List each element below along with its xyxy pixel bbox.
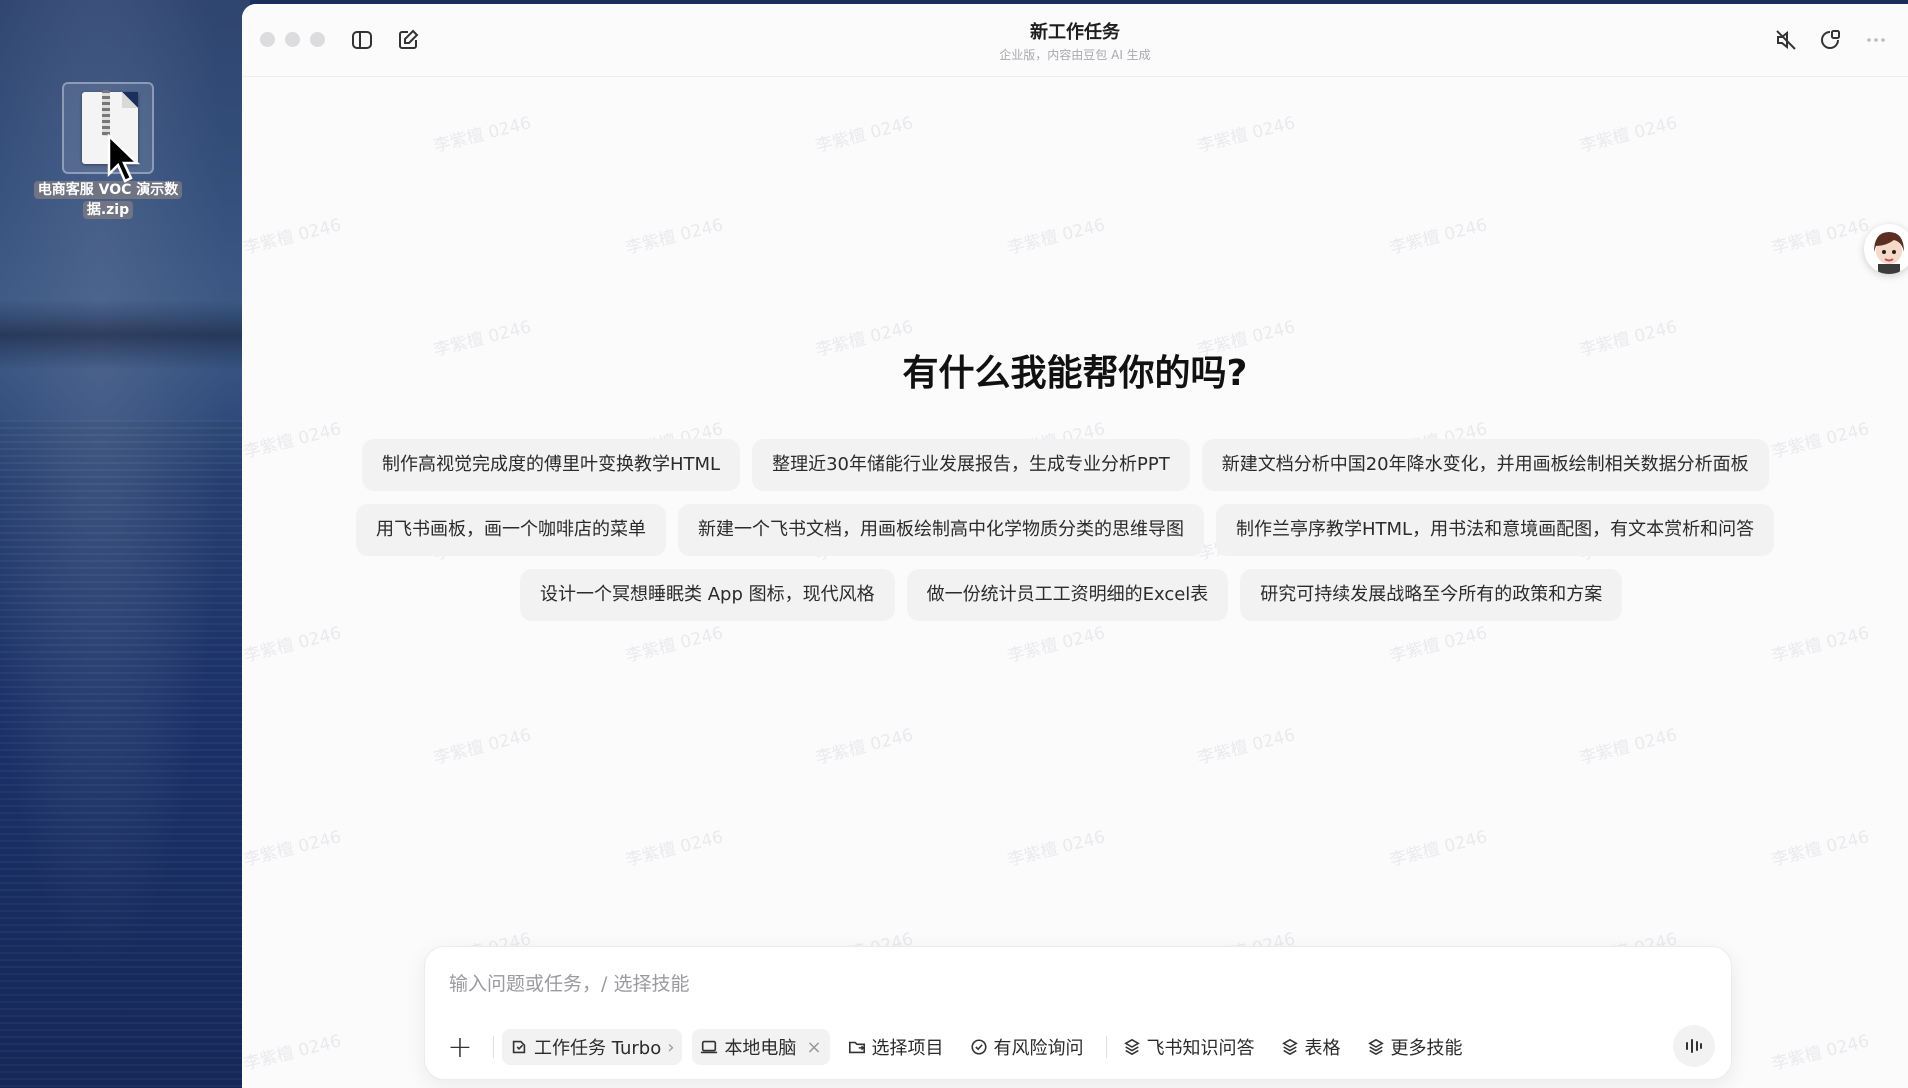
wallpaper-sea [0,420,250,1088]
composer-toolbar: + 工作任务 Turbo › 本地电脑 × 选择项目 有风险询问 飞书知识问答 … [445,1029,1711,1065]
task-mode-icon [512,1040,526,1054]
desktop-wallpaper: 电商客服 VOC 演示数 据.zip [0,0,250,1088]
sound-muted-icon[interactable] [1774,28,1798,52]
risk-inquiry-button[interactable]: 有风险询问 [962,1029,1092,1065]
watermark-text: 李紫檀 0246 [1769,1031,1872,1075]
suggestion-chip[interactable]: 用飞书画板，画一个咖啡店的菜单 [356,504,666,556]
welcome-heading: 有什么我能帮你的吗? [902,353,1248,394]
suggestion-chip[interactable]: 整理近30年储能行业发展报告，生成专业分析PPT [752,439,1190,491]
table-label: 表格 [1304,1038,1341,1059]
skill-cube-icon [1281,1038,1298,1056]
watermark-text: 李紫檀 0246 [242,1031,344,1075]
more-skills-label: 更多技能 [1390,1038,1463,1059]
app-window: 李紫檀 0246 李紫檀 0246 李紫檀 0246 李紫檀 0246 李紫檀 0246… [242,4,1908,1088]
zip-file-label[interactable]: 电商客服 VOC 演示数 据.zip [28,180,188,220]
location-chip[interactable]: 本地电脑 × [692,1029,830,1065]
watermark-text: 李紫檀 0246 [623,827,726,871]
suggestion-chip[interactable]: 制作高视觉完成度的傅里叶变换教学HTML [362,439,741,491]
watermark-text: 李紫檀 0246 [1577,725,1680,769]
watermark-text: 李紫檀 0246 [242,215,344,259]
zipper-icon [102,90,110,136]
skill-cube-icon [1367,1038,1384,1056]
watermark-text: 李紫檀 0246 [1005,215,1108,259]
voice-input-button[interactable] [1673,1025,1715,1067]
window-title: 新工作任务 [1030,22,1120,43]
table-skill-button[interactable]: 表格 [1273,1029,1349,1065]
watermark-text: 李紫檀 0246 [1387,827,1490,871]
skill-cube-icon [1123,1038,1140,1056]
shield-check-icon [970,1039,987,1055]
watermark-text: 李紫檀 0246 [1005,827,1108,871]
watermark-text: 李紫檀 0246 [1769,623,1872,667]
more-options-icon[interactable] [1864,28,1888,52]
file-label-line2: 据.zip [82,201,134,219]
add-attachment-button[interactable]: + [445,1030,475,1065]
mouse-pointer-icon [107,134,141,183]
assistant-avatar[interactable] [1864,224,1908,274]
watermark-text: 李紫檀 0246 [623,215,726,259]
mode-chevron-icon: › [667,1036,675,1058]
watermark-text: 李紫檀 0246 [623,623,726,667]
watermark-text: 李紫檀 0246 [242,623,344,667]
laptop-icon [701,1040,718,1054]
watermark-text: 李紫檀 0246 [1387,623,1490,667]
title-bar: 新工作任务 企业版，内容由豆包 AI 生成 [242,4,1908,77]
watermark-text: 李紫檀 0246 [242,827,344,871]
window-subtitle: 企业版，内容由豆包 AI 生成 [999,48,1151,62]
suggestion-chip[interactable]: 新建一个飞书文档，用画板绘制高中化学物质分类的思维导图 [678,504,1204,556]
suggestion-chip[interactable]: 做一份统计员工工资明细的Excel表 [906,569,1229,621]
more-skills-button[interactable]: 更多技能 [1359,1029,1471,1065]
select-project-button[interactable]: 选择项目 [840,1029,952,1065]
suggestion-chip[interactable]: 研究可持续发展战略至今所有的政策和方案 [1240,569,1623,621]
suggestion-chip[interactable]: 新建文档分析中国20年降水变化，并用画板绘制相关数据分析面板 [1201,439,1769,491]
risk-inquiry-label: 有风险询问 [993,1038,1084,1059]
suggestion-chip[interactable]: 制作兰亭序教学HTML，用书法和意境画配图，有文本赏析和问答 [1216,504,1775,556]
feishu-qa-label: 飞书知识问答 [1146,1038,1255,1059]
select-project-label: 选择项目 [871,1038,944,1059]
audio-wave-icon [1686,1039,1702,1053]
task-composer: 输入问题或任务，/ 选择技能 + 工作任务 Turbo › 本地电脑 × 选择项… [424,946,1732,1080]
mode-selector[interactable]: 工作任务 Turbo › [502,1029,683,1065]
suggestion-row-1: 制作高视觉完成度的傅里叶变换教学HTML 整理近30年储能行业发展报告，生成专业… [362,439,1769,491]
watermark-text: 李紫檀 0246 [1769,419,1872,463]
watermark-text: 李紫檀 0246 [431,113,534,157]
wallpaper-ridge [0,300,250,370]
task-input[interactable]: 输入问题或任务，/ 选择技能 [449,969,689,996]
watermark-text: 李紫檀 0246 [1195,113,1298,157]
watermark-text: 李紫檀 0246 [242,419,344,463]
watermark-text: 李紫檀 0246 [1769,827,1872,871]
watermark-text: 李紫檀 0246 [813,113,916,157]
watermark-text: 李紫檀 0246 [1577,113,1680,157]
mode-label: 工作任务 Turbo [534,1038,662,1059]
suggestion-chip[interactable]: 设计一个冥想睡眠类 App 图标，现代风格 [520,569,895,621]
toolbar-divider [493,1036,494,1058]
share-window-icon[interactable] [1818,28,1842,52]
avatar-face-icon [1874,232,1904,274]
watermark-text: 李紫檀 0246 [1769,215,1872,259]
watermark-text: 李紫檀 0246 [813,725,916,769]
watermark-text: 李紫檀 0246 [1005,623,1108,667]
watermark-text: 李紫檀 0246 [431,725,534,769]
toolbar-divider [1105,1036,1107,1058]
remove-location-icon[interactable]: × [806,1037,821,1058]
suggestion-row-3: 设计一个冥想睡眠类 App 图标，现代风格 做一份统计员工工资明细的Excel表… [520,569,1623,621]
watermark-text: 李紫檀 0246 [1195,725,1298,769]
watermark-text: 李紫檀 0246 [1387,215,1490,259]
feishu-qa-skill-button[interactable]: 飞书知识问答 [1115,1029,1263,1065]
location-label: 本地电脑 [724,1038,797,1059]
folder-icon [848,1041,865,1054]
suggestion-row-2: 用飞书画板，画一个咖啡店的菜单 新建一个飞书文档，用画板绘制高中化学物质分类的思… [356,504,1775,556]
